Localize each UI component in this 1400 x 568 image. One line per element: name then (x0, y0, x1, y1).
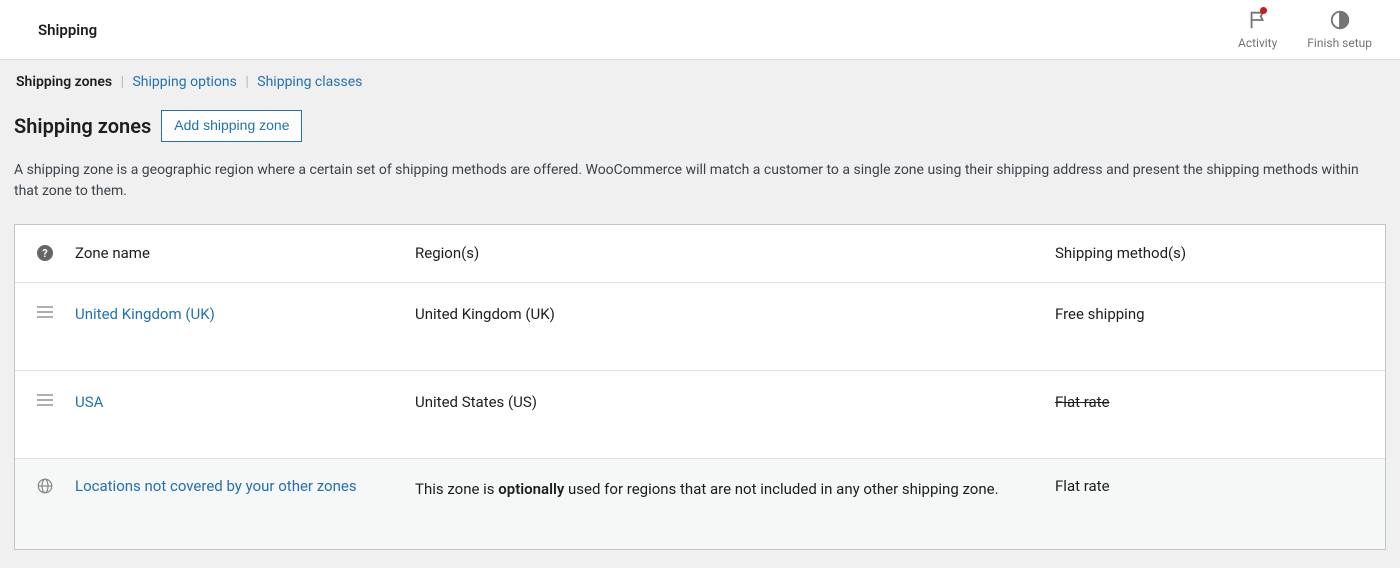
subnav-shipping-classes[interactable]: Shipping classes (257, 74, 362, 90)
flag-icon (1247, 9, 1269, 34)
header-zone-name: Zone name (75, 244, 415, 262)
section-heading: Shipping zones (14, 114, 151, 138)
separator: | (121, 74, 124, 90)
subnav-shipping-options[interactable]: Shipping options (132, 74, 236, 90)
activity-button[interactable]: Activity (1238, 9, 1277, 50)
zone-name-link[interactable]: USA (75, 393, 103, 411)
zone-method: Free shipping (1055, 305, 1385, 323)
zone-name-link[interactable]: United Kingdom (UK) (75, 305, 215, 323)
sub-navigation: Shipping zones | Shipping options | Ship… (14, 74, 1386, 90)
page-title: Shipping (38, 21, 97, 39)
help-icon[interactable]: ? (37, 245, 53, 261)
finish-setup-label: Finish setup (1307, 36, 1372, 50)
drag-handle-icon[interactable] (15, 305, 75, 319)
table-row: United Kingdom (UK) United Kingdom (UK) … (15, 283, 1385, 371)
activity-label: Activity (1238, 36, 1277, 50)
zone-region-fallback: This zone is optionally used for regions… (415, 477, 1055, 501)
add-shipping-zone-button[interactable]: Add shipping zone (161, 110, 302, 142)
finish-setup-button[interactable]: Finish setup (1307, 9, 1372, 50)
separator: | (245, 74, 248, 90)
zone-method-strikethrough: Flat rate (1055, 393, 1110, 411)
notification-dot-icon (1260, 7, 1267, 14)
subnav-shipping-zones[interactable]: Shipping zones (16, 74, 112, 90)
header-method: Shipping method(s) (1055, 244, 1385, 262)
table-header-row: ? Zone name Region(s) Shipping method(s) (15, 225, 1385, 283)
globe-icon (15, 477, 75, 495)
circle-half-icon (1329, 9, 1351, 34)
zone-region: United Kingdom (UK) (415, 305, 1055, 323)
zone-name-link[interactable]: Locations not covered by your other zone… (75, 477, 357, 495)
header-region: Region(s) (415, 244, 1055, 262)
section-description: A shipping zone is a geographic region w… (14, 160, 1386, 202)
zones-table: ? Zone name Region(s) Shipping method(s)… (14, 224, 1386, 550)
table-row: USA United States (US) Flat rate (15, 371, 1385, 459)
drag-handle-icon[interactable] (15, 393, 75, 407)
table-row-fallback: Locations not covered by your other zone… (15, 459, 1385, 549)
zone-method: Flat rate (1055, 477, 1385, 495)
heading-row: Shipping zones Add shipping zone (14, 110, 1386, 142)
help-icon-cell: ? (15, 245, 75, 261)
zone-region: United States (US) (415, 393, 1055, 411)
content-area: Shipping zones | Shipping options | Ship… (0, 60, 1400, 568)
topbar-actions: Activity Finish setup (1238, 9, 1372, 50)
top-bar: Shipping Activity Finish setup (0, 0, 1400, 60)
